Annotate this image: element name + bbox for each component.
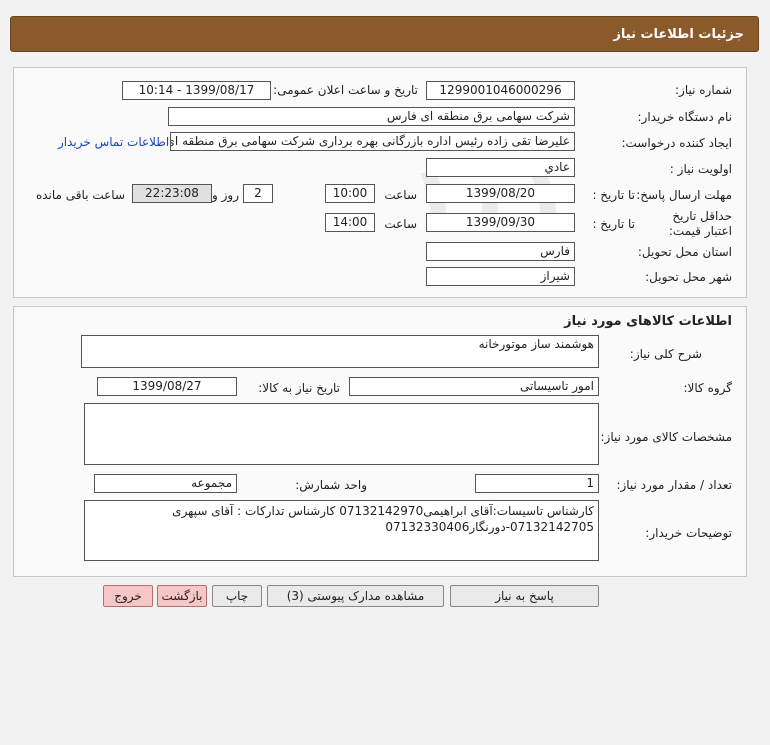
days-remaining-field: 2 xyxy=(243,184,273,203)
goods-section-title: اطلاعات کالاهای مورد نیاز xyxy=(564,314,732,329)
page-header: جزئیات اطلاعات نیاز xyxy=(10,16,759,52)
price-time-label: ساعت xyxy=(384,217,417,231)
reply-time-field: 10:00 xyxy=(325,184,375,203)
buyer-org-field: شرکت سهامی برق منطقه ای فارس xyxy=(168,107,575,126)
specs-field xyxy=(84,403,599,465)
priority-label: اولویت نیاز : xyxy=(669,162,732,176)
reply-to-date-label: تا تاریخ : xyxy=(592,188,635,202)
announce-label: تاریخ و ساعت اعلان عمومی: xyxy=(273,83,418,97)
quantity-label: تعداد / مقدار مورد نیاز: xyxy=(616,478,732,492)
city-label: شهر محل تحویل: xyxy=(645,270,732,284)
exit-button[interactable]: خروج xyxy=(103,585,153,607)
unit-field: مجموعه xyxy=(94,474,237,493)
page-title: جزئیات اطلاعات نیاز xyxy=(613,27,744,42)
attachments-button[interactable]: مشاهده مدارک پیوستی (3) xyxy=(267,585,444,607)
need-date-field: 1399/08/27 xyxy=(97,377,237,396)
remaining-label: ساعت باقی مانده xyxy=(35,188,125,202)
priority-field: عادي xyxy=(426,158,575,177)
days-label: روز و xyxy=(212,188,239,202)
province-label: استان محل تحویل: xyxy=(637,245,732,259)
quantity-field: 1 xyxy=(475,474,599,493)
need-date-label: تاریخ نیاز به کالا: xyxy=(258,381,340,395)
reply-date-field: 1399/08/20 xyxy=(426,184,575,203)
city-field: شیراز xyxy=(426,267,575,286)
price-time-field: 14:00 xyxy=(325,213,375,232)
goods-group-field: امور تاسیساتی xyxy=(349,377,599,396)
need-number-field: 1299001046000296 xyxy=(426,81,575,100)
need-details-panel xyxy=(13,67,747,298)
reply-button[interactable]: پاسخ به نیاز xyxy=(450,585,599,607)
reply-time-label: ساعت xyxy=(384,188,417,202)
remaining-time-field: 22:23:08 xyxy=(132,184,212,203)
goods-group-label: گروه کالا: xyxy=(683,381,733,395)
back-button[interactable]: بازگشت xyxy=(157,585,207,607)
price-date-field: 1399/09/30 xyxy=(426,213,575,232)
unit-label: واحد شمارش: xyxy=(295,478,367,492)
buyer-contact-link[interactable]: اطلاعات تماس خریدار xyxy=(58,135,169,149)
buyer-org-label: نام دستگاه خریدار: xyxy=(637,110,733,124)
province-field: فارس xyxy=(426,242,575,261)
price-to-date-label: تا تاریخ : xyxy=(592,217,635,231)
requester-field: علیرضا تقی زاده رئیس اداره بازرگانی بهره… xyxy=(170,132,575,151)
summary-field: هوشمند ساز موتورخانه xyxy=(81,335,599,368)
announce-datetime-field: 1399/08/17 - 10:14 xyxy=(122,81,271,100)
need-number-label: شماره نیاز: xyxy=(675,83,732,97)
summary-label: شرح کلی نیاز: xyxy=(629,347,702,361)
buyer-notes-label: توضیحات خریدار: xyxy=(645,526,732,540)
print-button[interactable]: چاپ xyxy=(212,585,262,607)
price-validity-label: حداقل تاریخ اعتبار قیمت: xyxy=(668,209,732,238)
reply-deadline-label: مهلت ارسال پاسخ: xyxy=(636,188,732,202)
buyer-notes-field: کارشناس تاسیسات:آقای ابراهیمی07132142970… xyxy=(84,500,599,561)
requester-label: ایجاد کننده درخواست: xyxy=(621,136,732,150)
specs-label: مشخصات کالای مورد نیاز: xyxy=(600,430,732,444)
